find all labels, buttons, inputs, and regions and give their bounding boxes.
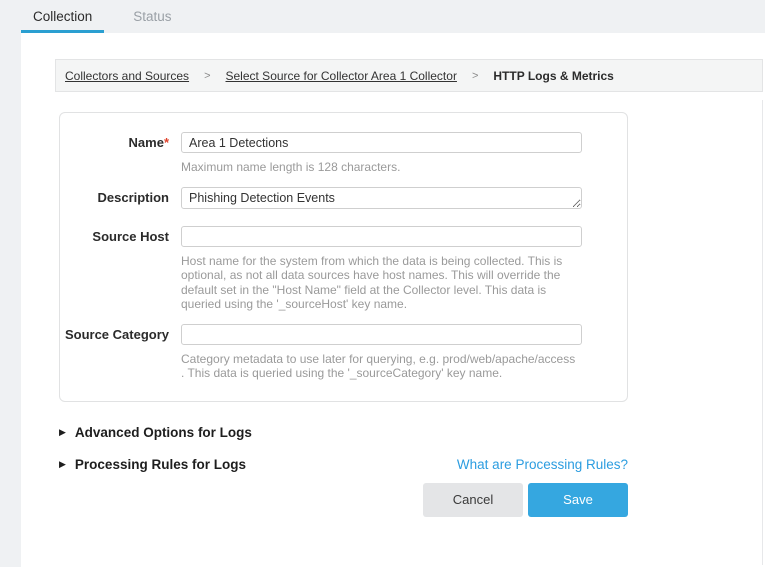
description-row: Description Phishing Detection Events: [60, 187, 627, 214]
breadcrumb-collectors-and-sources[interactable]: Collectors and Sources: [65, 69, 189, 83]
tab-bar: Collection Status: [21, 0, 184, 33]
advanced-options-toggle[interactable]: ▶ Advanced Options for Logs: [59, 425, 252, 440]
what-are-processing-rules-link[interactable]: What are Processing Rules?: [457, 457, 628, 472]
source-form-card: Name* Maximum name length is 128 charact…: [59, 112, 628, 402]
name-help-text: Maximum name length is 128 characters.: [181, 160, 578, 175]
source-host-help-text: Host name for the system from which the …: [181, 254, 578, 312]
processing-rules-row: ▶ Processing Rules for Logs What are Pro…: [59, 457, 628, 472]
source-category-input[interactable]: [181, 324, 582, 345]
breadcrumb-separator: >: [204, 70, 210, 82]
cancel-button[interactable]: Cancel: [423, 483, 523, 517]
advanced-options-row: ▶ Advanced Options for Logs: [59, 425, 628, 440]
breadcrumb: Collectors and Sources > Select Source f…: [55, 59, 763, 92]
description-label: Description: [60, 187, 169, 214]
source-config-screen: Collection Status Collectors and Sources…: [0, 0, 765, 567]
name-label: Name*: [60, 132, 169, 175]
source-category-label: Source Category: [60, 324, 169, 381]
collapsible-sections: ▶ Advanced Options for Logs ▶ Processing…: [59, 425, 628, 517]
breadcrumb-select-source[interactable]: Select Source for Collector Area 1 Colle…: [226, 69, 457, 83]
source-host-input[interactable]: [181, 226, 582, 247]
content-panel: Collectors and Sources > Select Source f…: [21, 33, 765, 567]
tab-collection-label: Collection: [33, 9, 92, 24]
description-textarea[interactable]: Phishing Detection Events: [181, 187, 582, 209]
source-host-label: Source Host: [60, 226, 169, 312]
triangle-right-icon: ▶: [59, 460, 66, 469]
tab-collection[interactable]: Collection: [21, 0, 104, 33]
advanced-options-title: Advanced Options for Logs: [75, 425, 252, 440]
save-button[interactable]: Save: [528, 483, 628, 517]
source-category-help-text: Category metadata to use later for query…: [181, 352, 578, 381]
source-category-row: Source Category Category metadata to use…: [60, 324, 627, 381]
tab-status[interactable]: Status: [121, 0, 183, 33]
name-row: Name* Maximum name length is 128 charact…: [60, 132, 627, 175]
form-actions: Cancel Save: [59, 483, 628, 517]
triangle-right-icon: ▶: [59, 428, 66, 437]
tab-status-label: Status: [133, 9, 171, 24]
required-asterisk: *: [164, 135, 169, 150]
processing-rules-title: Processing Rules for Logs: [75, 457, 246, 472]
breadcrumb-current-page: HTTP Logs & Metrics: [493, 69, 613, 83]
name-input[interactable]: [181, 132, 582, 153]
right-edge-divider: [762, 100, 763, 565]
source-host-row: Source Host Host name for the system fro…: [60, 226, 627, 312]
breadcrumb-separator: >: [472, 70, 478, 82]
processing-rules-toggle[interactable]: ▶ Processing Rules for Logs: [59, 457, 246, 472]
